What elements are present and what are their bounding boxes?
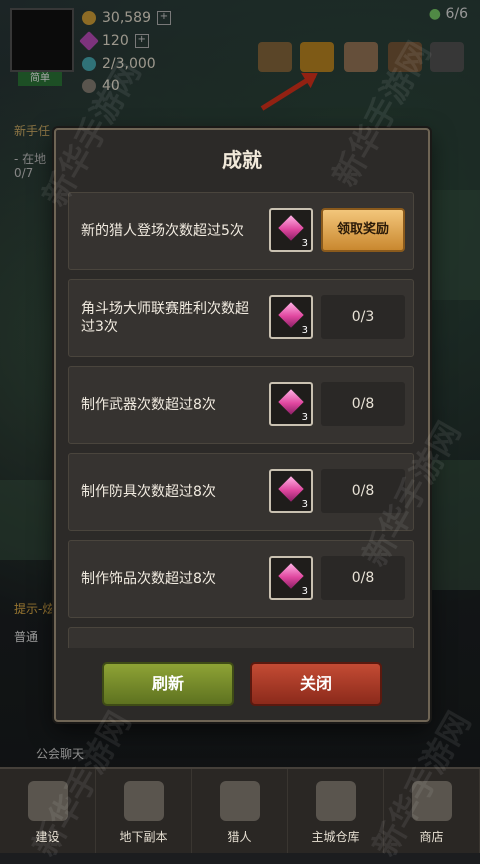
reward-slot[interactable]: 3 — [269, 556, 313, 600]
gem-icon — [278, 563, 304, 589]
close-button[interactable]: 关闭 — [250, 662, 382, 706]
claim-reward-button[interactable]: 领取奖励 — [321, 208, 405, 252]
gate-icon — [123, 781, 164, 821]
achievement-text: 制作饰品次数超过8次 — [81, 571, 216, 587]
nav-label: 地下副本 — [119, 830, 168, 844]
gem-icon — [278, 302, 304, 328]
achievement-row: 制作武器次数超过8次 3 0/8 — [68, 366, 414, 444]
skull-icon — [219, 781, 260, 821]
achievement-progress: 0/3 — [321, 295, 405, 339]
nav-hunters[interactable]: 猎人 — [192, 769, 288, 853]
chest-icon — [315, 781, 356, 821]
gem-icon — [278, 215, 304, 241]
nav-label: 猎人 — [227, 830, 252, 844]
refresh-button[interactable]: 刷新 — [102, 662, 234, 706]
achievement-text: 制作防具次数超过8次 — [81, 484, 216, 500]
gem-icon — [278, 389, 304, 415]
reward-slot[interactable]: 3 — [269, 469, 313, 513]
reward-quantity: 3 — [301, 238, 308, 249]
achievement-row: 新的猎人登场次数超过5次 3 领取奖励 — [68, 192, 414, 270]
reward-slot[interactable]: 3 — [269, 382, 313, 426]
reward-quantity: 3 — [301, 499, 308, 510]
achievement-list[interactable]: 新的猎人登场次数超过5次 3 领取奖励 角斗场大师联赛胜利次数超过3次 3 0/… — [68, 192, 414, 648]
gem-icon — [278, 476, 304, 502]
achievement-text: 新的猎人登场次数超过5次 — [81, 223, 244, 239]
achievement-row: 制作防具次数超过8次 3 0/8 — [68, 453, 414, 531]
achievement-row-partial — [68, 627, 414, 648]
achievement-text: 角斗场大师联赛胜利次数超过3次 — [81, 301, 249, 335]
achievement-row: 角斗场大师联赛胜利次数超过3次 3 0/3 — [68, 279, 414, 357]
achievement-dialog: 成就 新的猎人登场次数超过5次 3 领取奖励 角斗场大师联赛胜利次数超过3次 3… — [54, 128, 430, 722]
reward-slot[interactable]: 3 — [269, 208, 313, 252]
achievement-text: 制作武器次数超过8次 — [81, 397, 216, 413]
reward-quantity: 3 — [301, 325, 308, 336]
achievement-progress: 0/8 — [321, 382, 405, 426]
reward-slot[interactable]: 3 — [269, 295, 313, 339]
nav-dungeon[interactable]: 地下副本 — [96, 769, 192, 853]
reward-quantity: 3 — [301, 412, 308, 423]
reward-quantity: 3 — [301, 586, 308, 597]
